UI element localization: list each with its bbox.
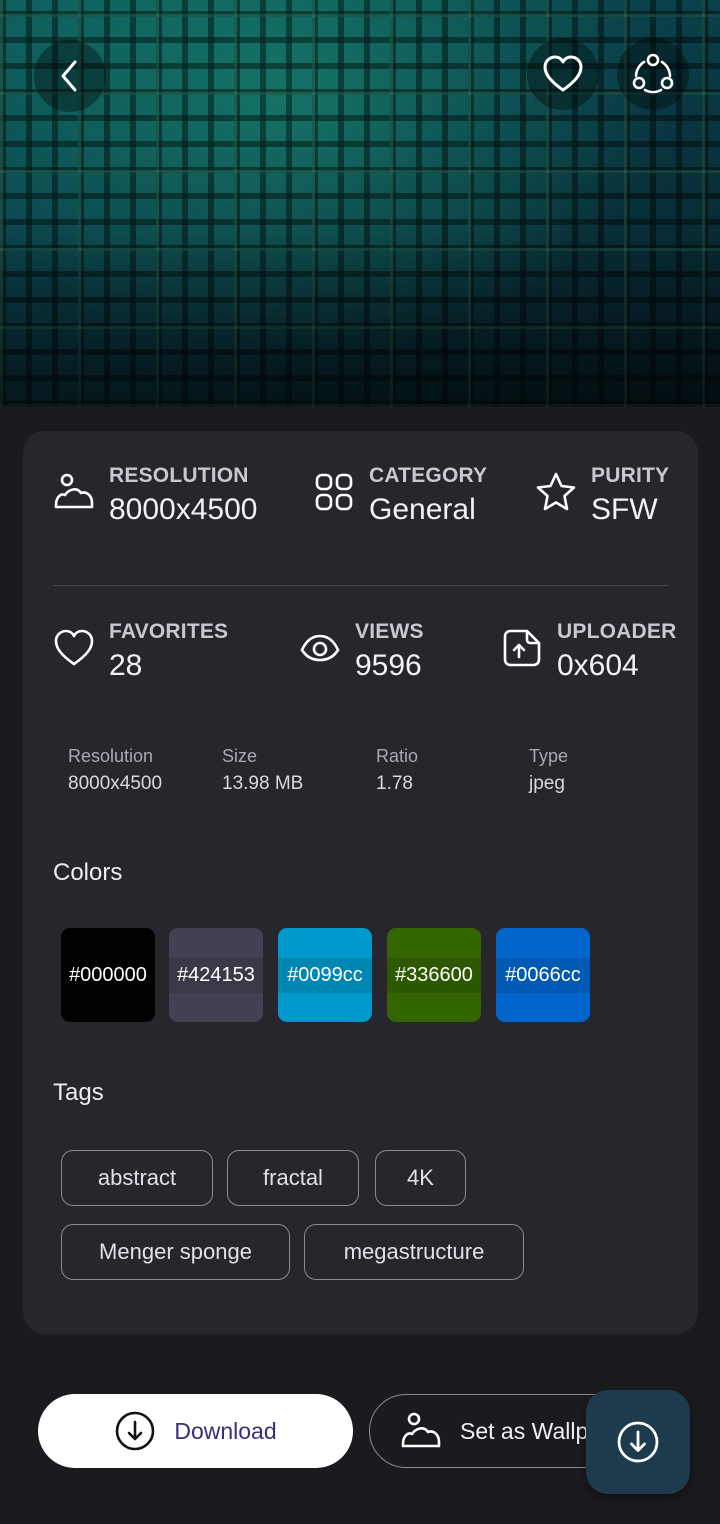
tag-chip[interactable]: megastructure [304, 1224, 524, 1280]
color-swatch[interactable]: #336600 [387, 928, 481, 1022]
divider [53, 585, 668, 586]
color-swatch[interactable]: #0099cc [278, 928, 372, 1022]
stat-value: General [369, 493, 476, 526]
tags-heading: Tags [53, 1079, 104, 1106]
color-hex: #0099cc [278, 957, 372, 993]
stat-favorites: FAVORITES 28 [53, 619, 228, 685]
stat-resolution: RESOLUTION 8000x4500 [53, 463, 257, 529]
stat-label: UPLOADER [557, 620, 677, 643]
download-icon [617, 1421, 659, 1463]
stat-label: VIEWS [355, 620, 424, 643]
stat-label: PURITY [591, 464, 670, 487]
stat-value: 0x604 [557, 649, 639, 682]
wallpaper-info-card: RESOLUTION 8000x4500 CATEGORY General PU… [23, 431, 698, 1334]
download-icon [116, 1411, 155, 1451]
floating-download-button[interactable] [586, 1390, 690, 1494]
back-button[interactable] [34, 40, 106, 112]
heart-icon [54, 629, 94, 666]
tag-chip[interactable]: fractal [227, 1150, 359, 1206]
tag-chip[interactable]: 4K [375, 1150, 466, 1206]
eye-icon [300, 634, 340, 662]
star-icon [536, 472, 576, 511]
detail-ratio: Ratio 1.78 [376, 746, 419, 794]
color-hex: #000000 [61, 957, 155, 993]
download-button[interactable]: Download [38, 1394, 353, 1468]
wallpaper-preview [0, 0, 720, 407]
stat-label: FAVORITES [109, 620, 229, 643]
stat-purity: PURITY SFW [535, 463, 669, 529]
color-hex: #0066cc [496, 957, 590, 993]
heart-icon [543, 55, 583, 92]
stat-category: CATEGORY General [313, 463, 487, 529]
stat-value: SFW [591, 493, 658, 526]
stat-views: VIEWS 9596 [299, 619, 424, 685]
color-hex: #336600 [387, 957, 481, 993]
landscape-icon [401, 1412, 441, 1448]
grid-icon [315, 473, 353, 511]
tag-chip[interactable]: Menger sponge [61, 1224, 290, 1280]
landscape-icon [54, 473, 94, 509]
colors-heading: Colors [53, 859, 123, 886]
color-hex: #424153 [169, 957, 263, 993]
detail-resolution: Resolution 8000x4500 [68, 746, 163, 794]
color-swatch[interactable]: #424153 [169, 928, 263, 1022]
color-swatch[interactable]: #000000 [61, 928, 155, 1022]
stat-value: 9596 [355, 649, 422, 682]
share-icon [632, 53, 674, 94]
download-label: Download [174, 1417, 277, 1444]
stat-uploader: UPLOADER 0x604 [501, 619, 676, 685]
color-swatch[interactable]: #0066cc [496, 928, 590, 1022]
detail-size: Size 13.98 MB [222, 746, 304, 794]
stat-label: CATEGORY [369, 464, 488, 487]
detail-type: Type jpeg [529, 746, 569, 794]
set-wallpaper-label: Set as Wallp [460, 1417, 589, 1444]
stat-value: 8000x4500 [109, 493, 258, 526]
stat-label: RESOLUTION [109, 464, 249, 487]
chevron-left-icon [61, 60, 77, 92]
tag-chip[interactable]: abstract [61, 1150, 213, 1206]
upload-icon [503, 629, 541, 667]
stat-value: 28 [109, 649, 143, 682]
share-button[interactable] [617, 38, 689, 110]
favorite-button[interactable] [527, 38, 599, 110]
